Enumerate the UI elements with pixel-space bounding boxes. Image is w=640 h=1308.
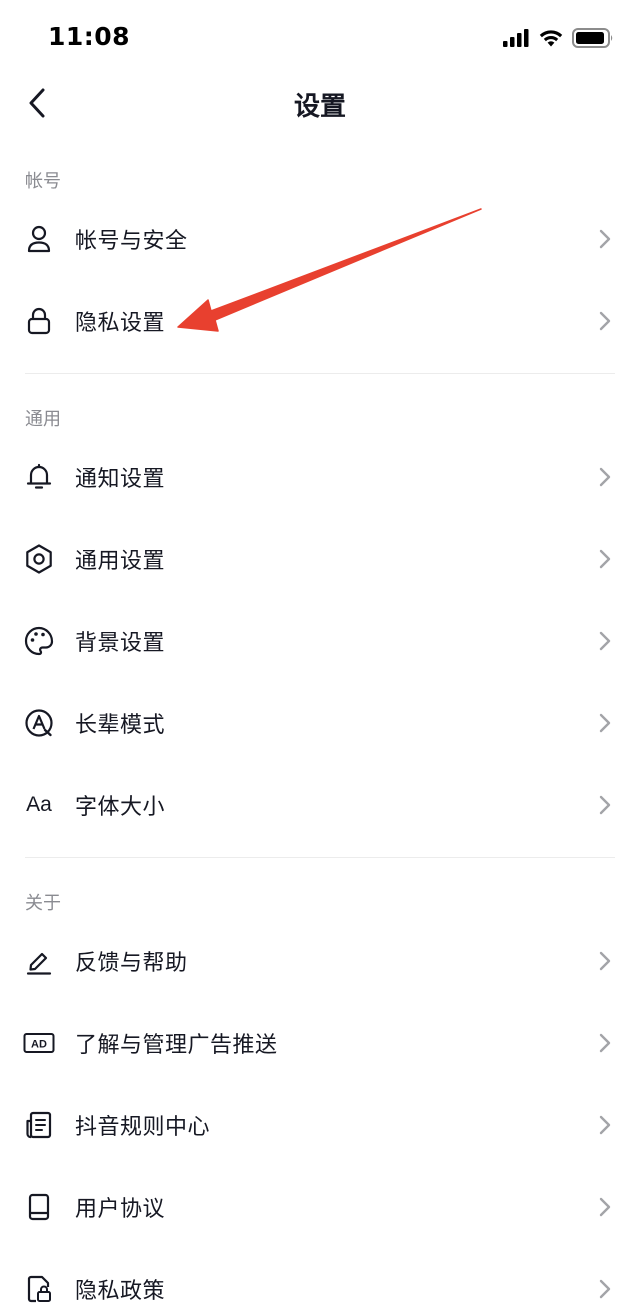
settings-item-general[interactable]: 通用设置 — [0, 519, 640, 599]
status-bar: 11:08 — [0, 0, 640, 78]
status-icons — [502, 26, 614, 50]
settings-item-label: 字体大小 — [75, 795, 166, 820]
settings-item-privacy-policy[interactable]: 隐私政策 — [0, 1249, 640, 1308]
chevron-right-icon — [598, 1115, 612, 1135]
page-title: 设置 — [293, 92, 346, 122]
settings-item-ad-management[interactable]: AD 了解与管理广告推送 — [0, 1003, 640, 1083]
settings-item-background[interactable]: 背景设置 — [0, 601, 640, 681]
chevron-right-icon — [598, 631, 612, 651]
ad-icon: AD — [23, 1027, 55, 1059]
settings-item-label: 长辈模式 — [75, 713, 166, 738]
section-title-account: 帐号 — [25, 171, 61, 192]
chevron-right-icon — [598, 795, 612, 815]
settings-item-label: 用户协议 — [75, 1197, 166, 1222]
wifi-icon — [539, 30, 563, 47]
settings-item-notifications[interactable]: 通知设置 — [0, 437, 640, 517]
chevron-right-icon — [598, 951, 612, 971]
settings-item-privacy[interactable]: 隐私设置 — [0, 281, 640, 361]
chevron-right-icon — [598, 549, 612, 569]
settings-item-feedback-help[interactable]: 反馈与帮助 — [0, 921, 640, 1001]
elder-mode-icon — [23, 707, 55, 739]
settings-item-label: 抖音规则中心 — [75, 1115, 211, 1140]
settings-item-label: 了解与管理广告推送 — [75, 1033, 278, 1058]
section-title-general: 通用 — [25, 409, 61, 430]
privacy-policy-icon — [23, 1273, 55, 1305]
settings-item-label: 通知设置 — [75, 467, 166, 492]
settings-item-user-agreement[interactable]: 用户协议 — [0, 1167, 640, 1247]
status-time: 11:08 — [48, 22, 131, 51]
settings-item-label: 隐私政策 — [75, 1279, 166, 1304]
lock-icon — [23, 305, 55, 337]
font-size-icon-text: Aa — [26, 793, 52, 816]
chevron-right-icon — [598, 311, 612, 331]
ad-icon-text: AD — [31, 1039, 47, 1051]
pencil-icon — [23, 945, 55, 977]
battery-icon — [572, 28, 613, 48]
settings-item-label: 通用设置 — [75, 549, 166, 574]
settings-item-label: 反馈与帮助 — [75, 951, 188, 976]
document-icon — [23, 1109, 55, 1141]
cellular-signal-icon — [503, 29, 529, 47]
font-size-icon: Aa — [23, 789, 55, 821]
chevron-right-icon — [598, 467, 612, 487]
settings-item-elder-mode[interactable]: 长辈模式 — [0, 683, 640, 763]
chevron-right-icon — [598, 1197, 612, 1217]
chevron-right-icon — [598, 1279, 612, 1299]
settings-item-label: 背景设置 — [75, 631, 166, 656]
book-icon — [23, 1191, 55, 1223]
person-icon — [23, 223, 55, 255]
nav-bar: 设置 — [0, 78, 640, 128]
settings-item-account-security[interactable]: 帐号与安全 — [0, 199, 640, 279]
settings-item-label: 隐私设置 — [75, 311, 166, 336]
gear-icon — [23, 543, 55, 575]
section-divider — [25, 857, 615, 858]
section-divider — [25, 373, 615, 374]
chevron-right-icon — [598, 229, 612, 249]
chevron-right-icon — [598, 1033, 612, 1053]
palette-icon — [23, 625, 55, 657]
section-title-about: 关于 — [25, 893, 61, 914]
settings-item-label: 帐号与安全 — [75, 229, 188, 254]
settings-item-font-size[interactable]: Aa 字体大小 — [0, 765, 640, 845]
settings-item-rules-center[interactable]: 抖音规则中心 — [0, 1085, 640, 1165]
bell-icon — [23, 461, 55, 493]
chevron-right-icon — [598, 713, 612, 733]
